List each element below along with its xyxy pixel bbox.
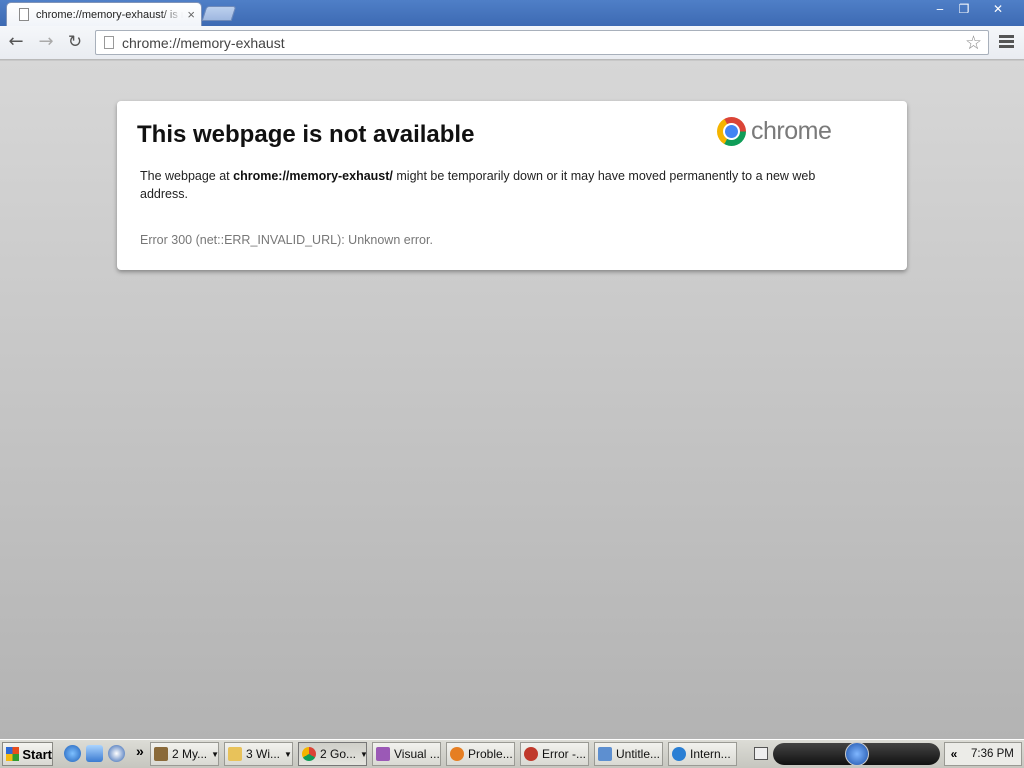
keyboard-icon[interactable] — [754, 747, 768, 760]
error-title: This webpage is not available — [137, 121, 475, 148]
chrome-logo: chrome — [717, 117, 832, 146]
folder-icon — [228, 747, 242, 761]
back-arrow-icon[interactable]: ← — [5, 32, 27, 54]
start-button[interactable]: Start — [2, 742, 53, 766]
opera-icon — [524, 747, 538, 761]
tray-expand-icon[interactable]: « — [945, 747, 963, 761]
address-bar[interactable]: ☆ — [95, 30, 989, 55]
title-bar: chrome://memory-exhaust/ is not availabl… — [0, 0, 1024, 26]
error-url: chrome://memory-exhaust/ — [233, 169, 393, 183]
taskbar-button-wi[interactable]: 3 Wi... ▼ — [224, 742, 293, 766]
windows-logo-icon — [6, 747, 20, 761]
tab-close-icon[interactable]: × — [187, 7, 195, 22]
visual-studio-icon — [376, 747, 390, 761]
task-app-icon — [154, 747, 168, 761]
forward-arrow-icon[interactable]: → — [35, 32, 57, 54]
firefox-icon — [450, 747, 464, 761]
maximize-button[interactable]: ❐ — [951, 1, 977, 18]
taskbar-button-chrome[interactable]: 2 Go...▼ — [298, 742, 367, 766]
taskbar-button-my[interactable]: 2 My... ▼ — [150, 742, 219, 766]
page-icon — [104, 36, 114, 49]
url-input[interactable] — [122, 34, 922, 51]
menu-icon[interactable] — [999, 35, 1014, 49]
taskbar: Start » 2 My...▼ 3 Wi...▼ 2 Go...▼ Visua… — [0, 739, 1024, 768]
page-viewport: This webpage is not available chrome The… — [0, 61, 1024, 739]
chrome-icon — [302, 747, 316, 761]
media-toolbar[interactable] — [773, 742, 940, 766]
show-desktop-icon[interactable] — [86, 745, 103, 762]
taskbar-button-untitled[interactable]: Untitle... — [594, 742, 663, 766]
clock[interactable]: 7:36 PM — [971, 748, 1014, 760]
play-icon[interactable] — [845, 742, 869, 766]
error-desc-prefix: The webpage at — [140, 169, 234, 183]
chrome-logo-icon — [717, 117, 746, 146]
chevron-down-icon: ▼ — [284, 749, 292, 759]
taskbar-button-internet[interactable]: Intern... — [668, 742, 737, 766]
browser-toolbar: ← → ↻ ☆ — [0, 26, 1024, 60]
error-code: Error 300 (net::ERR_INVALID_URL): Unknow… — [140, 233, 433, 247]
chevron-down-icon: ▼ — [211, 749, 219, 759]
taskbar-button-error[interactable]: Error -... — [520, 742, 589, 766]
minimize-button[interactable]: ‒ — [927, 1, 953, 18]
bookmark-star-icon[interactable]: ☆ — [965, 32, 982, 54]
page-icon — [19, 8, 29, 21]
reload-icon[interactable]: ↻ — [64, 32, 86, 54]
system-tray: « 7:36 PM — [944, 742, 1022, 766]
start-label: Start — [22, 746, 52, 762]
close-window-button[interactable]: ✕ — [978, 1, 1018, 18]
quicklaunch-more-icon[interactable]: » — [136, 743, 144, 759]
chevron-down-icon: ▼ — [360, 750, 366, 759]
chrome-logo-text: chrome — [751, 117, 832, 145]
document-icon — [598, 747, 612, 761]
tab-title: chrome://memory-exhaust/ is not availabl… — [36, 8, 183, 21]
taskbar-button-problem[interactable]: Proble... — [446, 742, 515, 766]
taskbar-button-visual[interactable]: Visual ... — [372, 742, 441, 766]
error-box: This webpage is not available chrome The… — [117, 101, 907, 270]
tab-active[interactable]: chrome://memory-exhaust/ is not availabl… — [6, 2, 202, 26]
media-player-icon[interactable] — [108, 745, 125, 762]
internet-explorer-icon — [672, 747, 686, 761]
error-description: The webpage at chrome://memory-exhaust/ … — [140, 167, 860, 203]
new-tab-button[interactable] — [201, 6, 237, 21]
internet-explorer-icon[interactable] — [64, 745, 81, 762]
